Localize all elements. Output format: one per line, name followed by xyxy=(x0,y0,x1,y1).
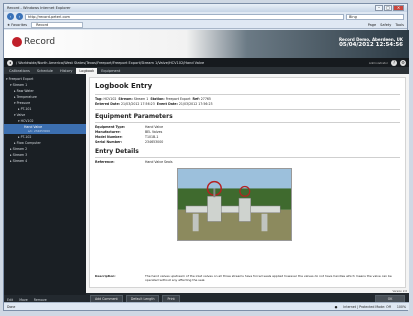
photo-valve-body xyxy=(238,197,251,222)
equipment-tree: ▾ Freeport Export ▾ Stream 1 ▸ Raw Water… xyxy=(4,74,86,166)
help-icon[interactable]: ? xyxy=(391,59,397,66)
station-value: Freeport Export xyxy=(165,97,191,101)
tree-label: Freeport Export xyxy=(8,77,34,81)
divider xyxy=(95,157,400,158)
favorites-label: Favorites xyxy=(11,22,28,27)
favorites-button[interactable]: ★ Favorites xyxy=(7,23,27,27)
web-content: Record Record Demo, Aberdeen, UK 05/04/2… xyxy=(4,30,409,304)
station-label: Station: xyxy=(150,97,165,101)
remove-button[interactable]: Remove xyxy=(34,298,47,302)
tree-label: Flow Computer xyxy=(16,141,41,145)
nav-tabs: Calibrations Schedule History Logbook Eq… xyxy=(4,67,409,74)
divider xyxy=(95,109,400,110)
breadcrumb: ◂ / Worldwide/North America/West States/… xyxy=(4,58,409,67)
entered-label: Entered Date: xyxy=(95,102,121,106)
move-button[interactable]: Move xyxy=(19,298,28,302)
divider xyxy=(95,94,400,95)
maximize-button[interactable]: □ xyxy=(384,5,392,11)
tree-label: Valve xyxy=(16,113,26,117)
tree-label: Stream 2 xyxy=(12,147,28,151)
reference-value: Hand Valve Seals xyxy=(145,160,173,164)
tree-node-serial: s/n: 234653000 xyxy=(28,129,51,133)
entry-meta: Tag: HCV102 Stream: Stream 1 Station: Fr… xyxy=(95,97,400,107)
title-bar: Record - Windows Internet Explorer – □ × xyxy=(4,4,407,12)
tree-label: Temperature xyxy=(16,95,37,99)
photo-stem xyxy=(213,188,216,198)
photo-support xyxy=(192,213,199,232)
stream-label: Stream: xyxy=(118,97,133,101)
page-menu[interactable]: Page xyxy=(368,23,376,27)
safety-menu[interactable]: Safety xyxy=(380,23,391,27)
ref-label: Ref: xyxy=(192,97,200,101)
status-text: Done xyxy=(7,304,16,309)
tree-label: Stream 4 xyxy=(12,159,28,163)
forward-icon[interactable]: › xyxy=(16,13,23,20)
browser-tab[interactable]: Record xyxy=(31,21,84,28)
breadcrumb-path[interactable]: / Worldwide/North America/West States/Te… xyxy=(16,61,366,65)
valve-photo[interactable] xyxy=(177,168,292,241)
back-circle-icon[interactable]: ◂ xyxy=(7,59,13,66)
minimize-button[interactable]: – xyxy=(375,5,383,11)
tag-value: HCV102 xyxy=(103,97,117,101)
param-value: 234653000 xyxy=(145,140,164,144)
entered-value: 21/03/2012 17:56:23 xyxy=(121,102,155,106)
tree-label: Pressure xyxy=(16,101,31,105)
param-row: Serial Number: 234653000 xyxy=(95,140,400,145)
brand-info: Record Demo, Aberdeen, UK 05/04/2012 12:… xyxy=(339,37,403,48)
tree-label: PT-101 xyxy=(20,107,32,111)
description-row: Description: The hand valves upstream of… xyxy=(95,274,400,282)
tree-label: PT-102 xyxy=(20,135,32,139)
divider xyxy=(95,122,400,123)
tag-label: Tag: xyxy=(95,97,103,101)
tree-node-hand-valve[interactable]: Hand Valve s/n: 234653000 xyxy=(4,124,86,134)
user-label: Administrator xyxy=(368,60,388,65)
edit-button[interactable]: Edit xyxy=(7,298,13,302)
logo-mark-icon xyxy=(12,37,22,47)
gear-icon[interactable]: ⚙ xyxy=(400,59,406,66)
tree-node-stream-4[interactable]: ▸ Stream 4 xyxy=(4,158,86,164)
photo-pipe xyxy=(185,205,281,214)
event-value: 21/03/2012 17:56:23 xyxy=(178,102,213,106)
favorites-bar: ★ Favorites Record Page Safety Tools xyxy=(4,21,407,29)
search-input[interactable]: Bing xyxy=(346,13,404,20)
stream-value: Stream 1 xyxy=(133,97,149,101)
photo-valve-body xyxy=(207,195,222,222)
status-bar: Done ● Internet | Protected Mode: Off 10… xyxy=(4,302,409,310)
datetime: 05/04/2012 12:54:56 xyxy=(339,42,403,48)
security-zone: Internet | Protected Mode: Off xyxy=(343,304,391,309)
tree-label: HCV102 xyxy=(20,119,34,123)
event-label: Event Date: xyxy=(156,102,178,106)
param-key: Serial Number: xyxy=(95,140,123,144)
description-text: The hand valves upstream of the inlet va… xyxy=(145,274,392,282)
logbook-entry: Logbook Entry Tag: HCV102 Stream: Stream… xyxy=(89,77,406,288)
close-button[interactable]: × xyxy=(393,5,404,11)
zoom-level[interactable]: 100% xyxy=(397,305,406,309)
back-icon[interactable]: ‹ xyxy=(7,13,14,20)
address-bar: ‹ › http://record.peterl.com Bing xyxy=(4,12,407,21)
main-panel: Logbook Entry Tag: HCV102 Stream: Stream… xyxy=(86,74,409,304)
tree-label: Raw Water xyxy=(16,89,34,93)
tree-label: Hand Valve xyxy=(24,124,43,129)
details-heading: Entry Details xyxy=(95,148,139,155)
tree-label: Stream 3 xyxy=(12,153,28,157)
reference-row: Reference: Hand Valve Seals xyxy=(95,160,400,165)
url-input[interactable]: http://record.peterl.com xyxy=(25,13,344,20)
description-label: Description: xyxy=(95,274,116,278)
ref-value: 27765 xyxy=(200,97,211,101)
record-logo: Record xyxy=(12,37,55,47)
photo-support xyxy=(261,213,268,232)
equipment-heading: Equipment Parameters xyxy=(95,113,173,120)
brand-header: Record Record Demo, Aberdeen, UK 05/04/2… xyxy=(4,30,409,58)
reference-label: Reference: xyxy=(95,160,115,164)
equipment-tree-panel: ▾ Freeport Export ▾ Stream 1 ▸ Raw Water… xyxy=(4,74,86,304)
tools-menu[interactable]: Tools xyxy=(395,23,404,27)
window-title: Record - Windows Internet Explorer xyxy=(7,6,71,10)
globe-icon: ● xyxy=(334,304,338,309)
page-title: Logbook Entry xyxy=(95,82,153,90)
browser-window: Record - Windows Internet Explorer – □ ×… xyxy=(3,3,409,311)
logo-text: Record xyxy=(24,37,56,47)
tree-label: Stream 1 xyxy=(12,83,28,87)
